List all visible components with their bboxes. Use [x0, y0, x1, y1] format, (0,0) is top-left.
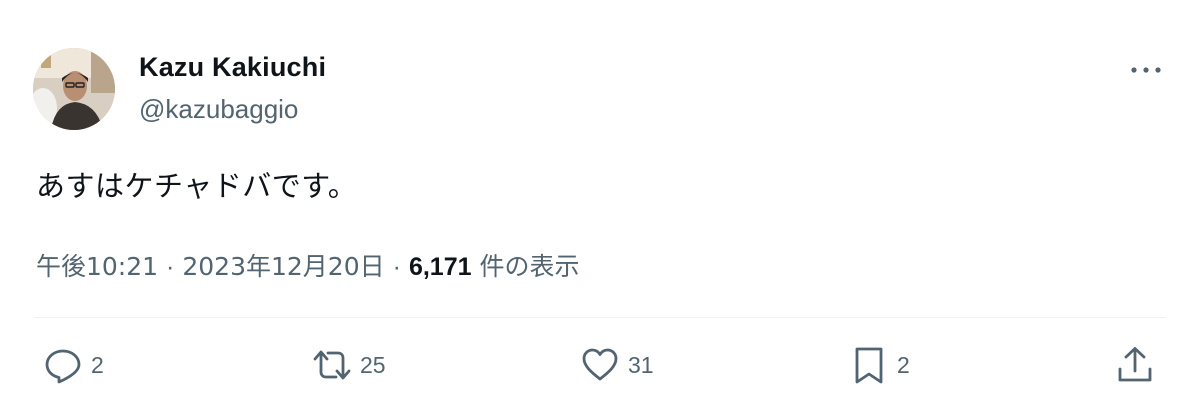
- retweet-button[interactable]: 25: [312, 345, 386, 385]
- tweet-time[interactable]: 午後10:21: [36, 247, 158, 283]
- bookmark-count: 2: [897, 351, 910, 378]
- bookmark-icon: [855, 347, 883, 384]
- more-button[interactable]: [1126, 56, 1166, 84]
- share-icon: [1118, 347, 1152, 382]
- handle[interactable]: @kazubaggio: [139, 94, 298, 125]
- avatar-photo: [33, 48, 115, 130]
- bookmark-button[interactable]: 2: [849, 345, 910, 385]
- divider: [34, 317, 1166, 318]
- tweet-meta: 午後10:21 · 2023年12月20日 · 6,171 件の表示: [36, 247, 580, 283]
- meta-separator: ·: [166, 253, 175, 281]
- retweet-icon: [313, 350, 351, 380]
- like-count: 31: [628, 351, 654, 378]
- reply-icon: [45, 349, 81, 384]
- tweet-date[interactable]: 2023年12月20日: [182, 247, 384, 283]
- more-horizontal-icon: [1131, 67, 1161, 73]
- reply-count: 2: [91, 351, 104, 378]
- meta-separator: ·: [392, 253, 401, 281]
- views-label: 件の表示: [479, 252, 580, 281]
- share-button[interactable]: [1115, 345, 1155, 385]
- views-count: 6,171: [408, 253, 472, 281]
- heart-icon: [582, 348, 618, 381]
- display-name[interactable]: Kazu Kakiuchi: [139, 52, 326, 83]
- like-button[interactable]: 31: [580, 345, 654, 385]
- retweet-count: 25: [360, 351, 386, 378]
- tweet-text: あすはケチャドバです。: [36, 169, 358, 203]
- reply-button[interactable]: 2: [43, 345, 104, 385]
- tweet-card: Kazu Kakiuchi @kazubaggio あすはケチャドバです。 午後…: [0, 0, 1180, 410]
- avatar[interactable]: [33, 48, 115, 130]
